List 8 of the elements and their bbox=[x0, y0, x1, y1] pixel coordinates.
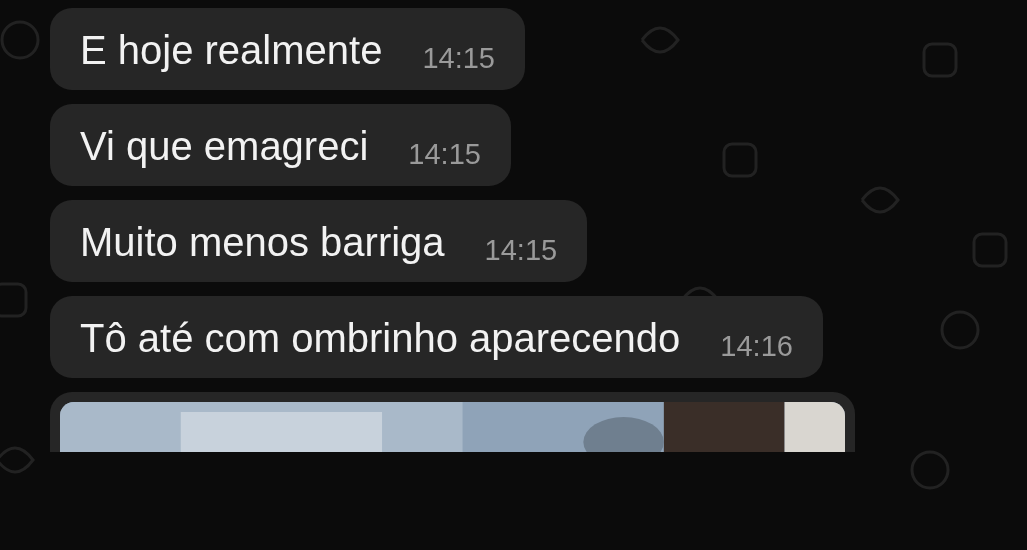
message-text: Tô até com ombrinho aparecendo bbox=[80, 315, 681, 362]
message-time: 14:16 bbox=[720, 329, 793, 364]
message-time: 14:15 bbox=[422, 41, 495, 76]
message-text: E hoje realmente bbox=[80, 27, 383, 74]
message-time: 14:15 bbox=[484, 233, 558, 268]
message-text: Muito menos barriga bbox=[80, 219, 445, 266]
message-text: Vi que emagreci bbox=[80, 123, 369, 170]
message-time: 14:15 bbox=[408, 137, 481, 172]
